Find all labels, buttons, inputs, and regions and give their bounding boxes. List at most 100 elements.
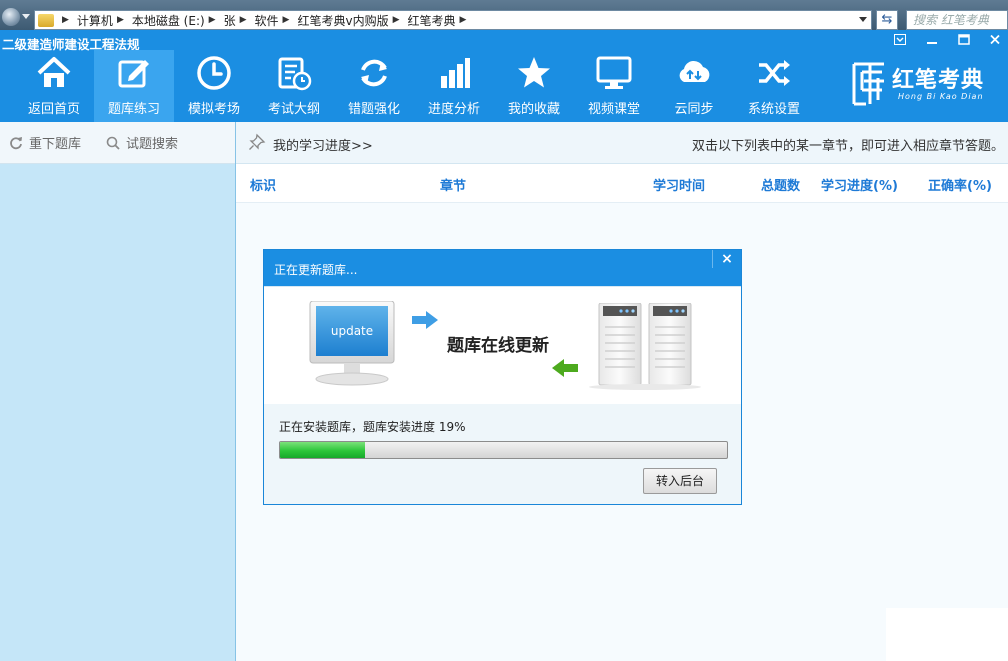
- logo-text-en: Hong Bi Kao Dian: [898, 92, 984, 101]
- cloud-sync-icon: [679, 60, 710, 82]
- breadcrumb-label: 张: [223, 13, 236, 28]
- schedule-icon: [278, 57, 312, 91]
- column-header-chapter[interactable]: 章节: [440, 175, 466, 194]
- address-field[interactable]: ▶ 计算机 ▶ 本地磁盘 (E:) ▶ 张 ▶ 软件 ▶ 红笔考典v内购版 ▶ 红笔考典 ▶: [34, 10, 872, 30]
- explorer-address-bar: ▶ 计算机 ▶ 本地磁盘 (E:) ▶ 张 ▶ 软件 ▶ 红笔考典v内购版 ▶ 红笔考典 ▶…: [0, 0, 1008, 30]
- reload-icon: [10, 136, 22, 149]
- nav-item-question-bank[interactable]: 题库练习: [94, 50, 174, 122]
- column-header-total[interactable]: 总题数: [761, 175, 800, 194]
- explorer-search-input[interactable]: [907, 11, 1008, 29]
- history-dropdown-icon[interactable]: [22, 14, 30, 19]
- question-search-button[interactable]: 试题搜索: [106, 133, 178, 152]
- breadcrumb-item[interactable]: 张 ▶: [224, 12, 255, 29]
- breadcrumb-item[interactable]: 红笔考典v内购版 ▶: [297, 12, 407, 29]
- update-banner: update 题库在线更新: [264, 286, 741, 404]
- search-label: 试题搜索: [126, 137, 179, 152]
- progress-fill: [280, 442, 365, 458]
- breadcrumb-label: 本地磁盘 (E:): [131, 13, 205, 28]
- nav-label: 我的收藏: [507, 102, 560, 117]
- install-progress-bar: [279, 441, 728, 459]
- upload-arrow-icon: [412, 311, 438, 329]
- breadcrumb-label: 计算机: [76, 13, 113, 28]
- my-progress-link[interactable]: 我的学习进度>>: [273, 135, 373, 154]
- dialog-close-button[interactable]: ×: [712, 250, 741, 268]
- server-illustration: [589, 303, 701, 390]
- menu-icon[interactable]: [893, 34, 907, 47]
- column-header-progress[interactable]: 学习进度(%): [821, 175, 898, 194]
- nav-label: 返回首页: [27, 102, 80, 117]
- chevron-right-icon: ▶: [62, 15, 69, 25]
- shuffle-icon: [759, 60, 790, 86]
- banner-title: 题库在线更新: [447, 336, 549, 356]
- chevron-right-icon[interactable]: ▶: [283, 15, 290, 25]
- column-header-time[interactable]: 学习时间: [653, 175, 705, 194]
- nav-item-favorites[interactable]: 我的收藏: [494, 50, 574, 122]
- logo-mark-icon: [852, 62, 884, 106]
- nav-label: 错题强化: [347, 102, 400, 117]
- dialog-title: 正在更新题库...: [274, 263, 358, 277]
- nav-label: 系统设置: [747, 102, 800, 117]
- back-orb-icon[interactable]: [2, 8, 20, 26]
- column-header-accuracy[interactable]: 正确率(%): [928, 175, 992, 194]
- run-in-background-button[interactable]: 转入后台: [643, 468, 717, 494]
- nav-item-mock-exam[interactable]: 模拟考场: [174, 50, 254, 122]
- nav-label: 视频课堂: [587, 102, 640, 117]
- table-header: 标识 章节 学习时间 总题数 学习进度(%) 正确率(%): [236, 164, 1008, 203]
- explorer-search-box[interactable]: [906, 10, 1008, 30]
- logo-text-cn: 红笔考典: [892, 68, 985, 93]
- breadcrumb-label: 红笔考典v内购版: [297, 13, 389, 28]
- chevron-right-icon[interactable]: ▶: [240, 15, 247, 25]
- app-header: 二级建造师建设工程法规 返回首页 题库练习 模拟考场 考试大纲 错题强化 进度分…: [0, 30, 1008, 122]
- nav-item-settings[interactable]: 系统设置: [734, 50, 814, 122]
- blank-area: [886, 608, 1008, 661]
- dialog-body: 正在安装题库，题库安装进度 19% 转入后台: [264, 404, 741, 504]
- folder-icon: [38, 13, 54, 27]
- breadcrumb-item[interactable]: 本地磁盘 (E:) ▶: [132, 12, 224, 29]
- search-icon: [106, 136, 120, 150]
- minimize-icon[interactable]: [925, 34, 939, 47]
- install-status: 正在安装题库，题库安装进度 19%: [279, 420, 466, 434]
- computer-illustration: update: [309, 301, 395, 386]
- chevron-right-icon[interactable]: ▶: [117, 15, 124, 25]
- reload-question-bank-button[interactable]: 重下题库: [9, 133, 81, 152]
- monitor-icon: [596, 56, 632, 89]
- progress-info-bar: 我的学习进度>> 双击以下列表中的某一章节，即可进入相应章节答题。: [236, 122, 1008, 164]
- nav-item-video[interactable]: 视频课堂: [574, 50, 654, 122]
- chevron-right-icon[interactable]: ▶: [393, 15, 400, 25]
- chevron-right-icon[interactable]: ▶: [209, 15, 216, 25]
- dialog-title-bar: 正在更新题库... ×: [264, 250, 741, 286]
- refresh-button[interactable]: ⇆: [876, 10, 898, 30]
- star-icon: [518, 57, 550, 88]
- main-nav: 返回首页 题库练习 模拟考场 考试大纲 错题强化 进度分析 我的收藏 视频课堂 …: [14, 50, 814, 122]
- maximize-icon[interactable]: [957, 34, 971, 47]
- clock-icon: [197, 56, 231, 90]
- nav-label: 模拟考场: [187, 102, 240, 117]
- monitor-update-text: update: [331, 324, 373, 338]
- nav-label: 考试大纲: [267, 102, 320, 117]
- breadcrumb-item[interactable]: 计算机 ▶: [77, 12, 132, 29]
- app-logo: 红笔考典 Hong Bi Kao Dian: [850, 58, 1000, 114]
- address-dropdown-icon[interactable]: [859, 17, 867, 22]
- column-header-mark[interactable]: 标识: [250, 175, 276, 194]
- nav-item-home[interactable]: 返回首页: [14, 50, 94, 122]
- nav-label: 进度分析: [427, 102, 480, 117]
- breadcrumb-item[interactable]: 红笔考典 ▶: [408, 12, 475, 29]
- sidebar: 重下题库 试题搜索: [0, 122, 236, 661]
- chapter-hint: 双击以下列表中的某一章节，即可进入相应章节答题。: [691, 139, 1004, 154]
- nav-item-syllabus[interactable]: 考试大纲: [254, 50, 334, 122]
- refresh-icon: [361, 59, 387, 87]
- nav-item-cloud-sync[interactable]: 云同步: [654, 50, 734, 122]
- breadcrumb-item[interactable]: 软件 ▶: [255, 12, 298, 29]
- breadcrumb-label: 红笔考典: [407, 13, 456, 28]
- home-icon: [37, 57, 71, 87]
- reload-label: 重下题库: [29, 137, 82, 152]
- download-arrow-icon: [552, 359, 578, 377]
- nav-item-progress-analysis[interactable]: 进度分析: [414, 50, 494, 122]
- nav-item-wrong-questions[interactable]: 错题强化: [334, 50, 414, 122]
- update-dialog: 正在更新题库... × update 题库在线更新 正在安装题库，题库安装进度 …: [263, 249, 742, 505]
- close-icon[interactable]: [988, 34, 1002, 47]
- chevron-right-icon[interactable]: ▶: [460, 15, 467, 25]
- sidebar-tabs: 重下题库 试题搜索: [0, 122, 235, 164]
- edit-icon: [118, 60, 149, 88]
- nav-label: 云同步: [674, 102, 714, 117]
